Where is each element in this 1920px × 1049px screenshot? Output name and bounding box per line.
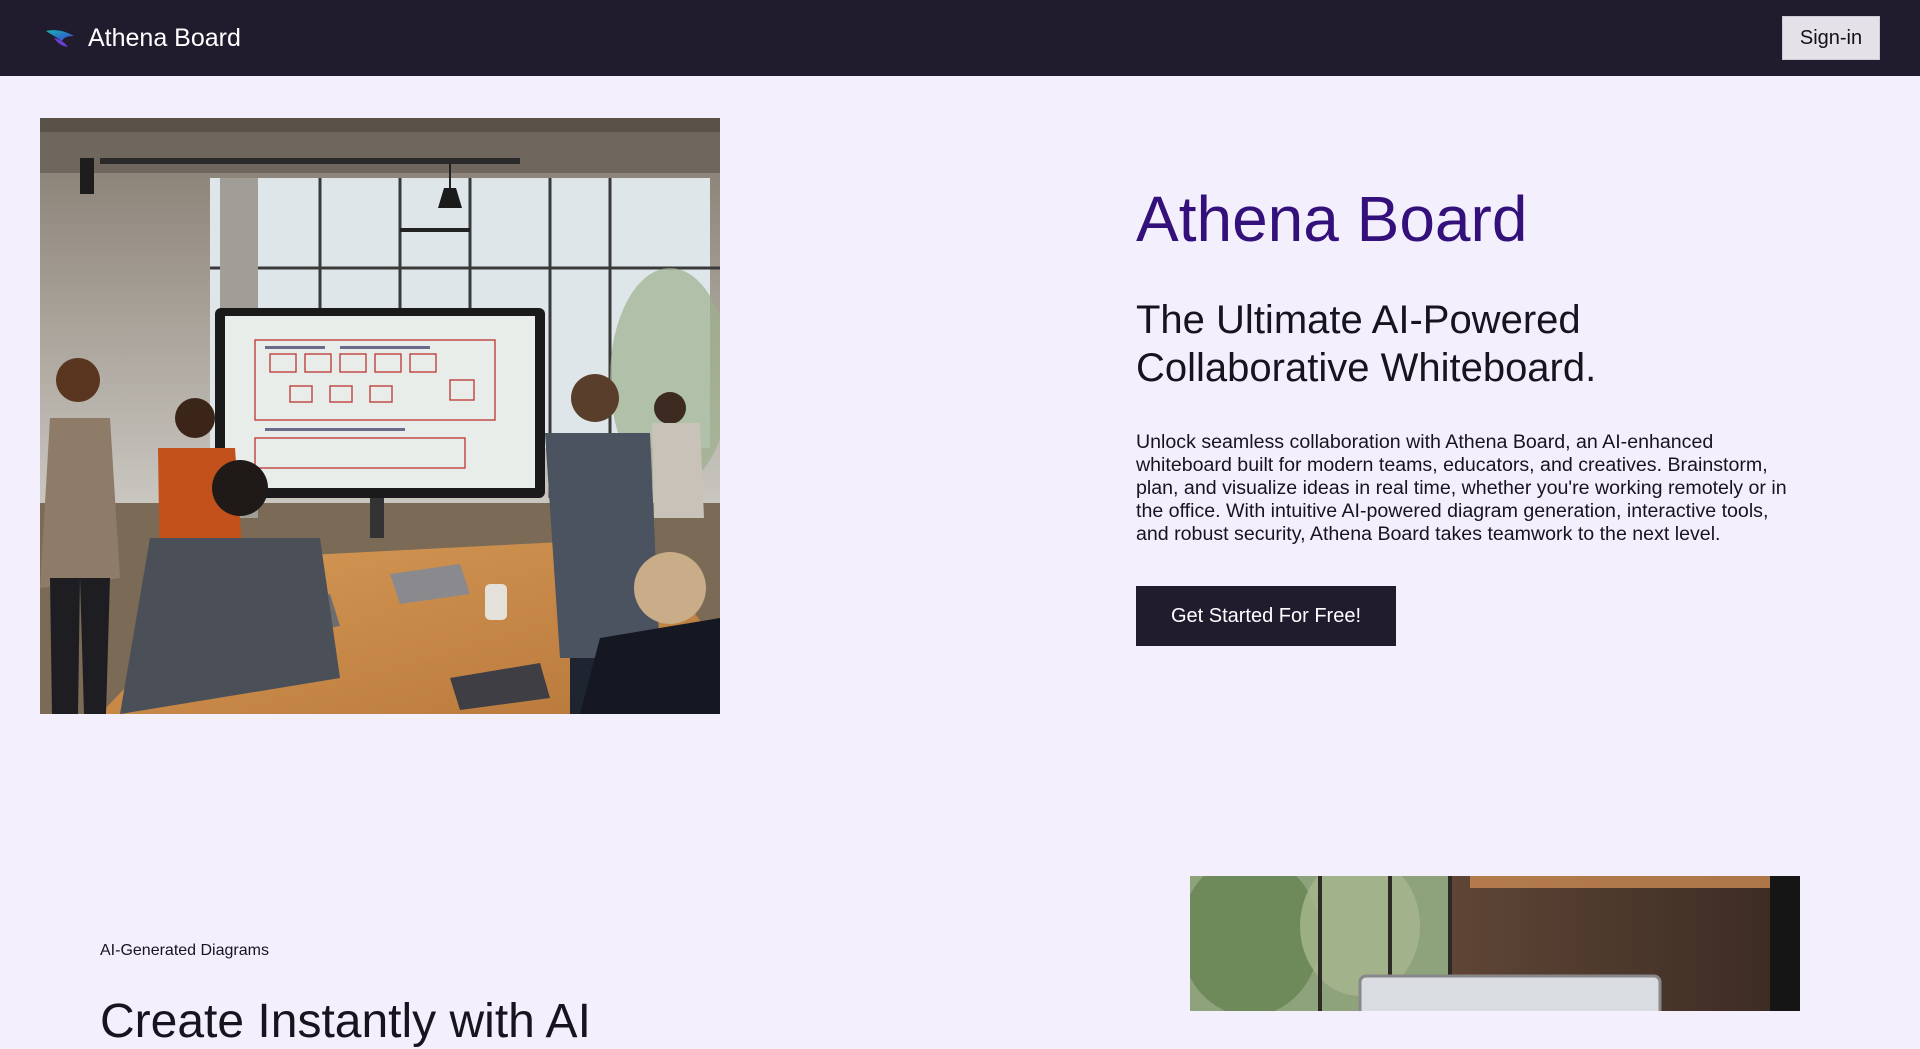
hero-description: Unlock seamless collaboration with Athen…: [1136, 431, 1787, 545]
brand[interactable]: Athena Board: [44, 0, 241, 76]
feature-label: AI-Generated Diagrams: [100, 942, 269, 959]
get-started-button[interactable]: Get Started For Free!: [1136, 586, 1396, 646]
hero-image: [40, 118, 720, 714]
sign-in-button[interactable]: Sign-in: [1782, 16, 1880, 60]
office-whiteboard-illustration: [1190, 876, 1800, 1011]
hero-title: Athena Board: [1136, 183, 1528, 255]
team-meeting-illustration: [40, 118, 720, 714]
athena-logo-icon: [46, 30, 74, 47]
feature-image: [1190, 876, 1800, 1011]
brand-name: Athena Board: [88, 23, 241, 52]
hero-subtitle: The Ultimate AI-Powered Collaborative Wh…: [1136, 298, 1597, 390]
feature-heading: Create Instantly with AI: [100, 995, 591, 1048]
top-nav-bar: Athena Board Sign-in: [0, 0, 1920, 76]
